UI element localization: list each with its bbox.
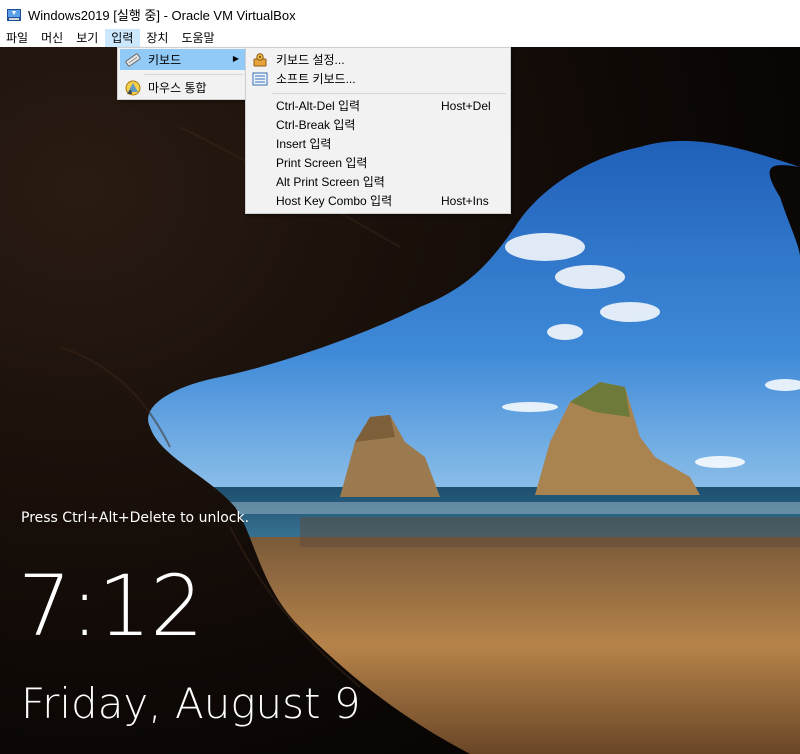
menu-help[interactable]: 도움말 — [175, 29, 221, 47]
keyboard-icon — [125, 52, 141, 67]
insert-host-key-combo-item[interactable]: Host Key Combo 입력 Host+Ins — [248, 191, 508, 210]
input-menu-mouse-integration-label: 마우스 통합 — [148, 81, 207, 95]
keyboard-settings-label: 키보드 설정... — [276, 53, 345, 67]
menu-file[interactable]: 파일 — [0, 29, 35, 47]
submenu-arrow-icon: ▶ — [232, 54, 239, 63]
virtualbox-icon — [7, 8, 21, 21]
window-title: Windows2019 [실행 중] - Oracle VM VirtualBo… — [28, 8, 296, 23]
insert-alt-print-screen-label: Alt Print Screen 입력 — [276, 175, 385, 189]
menu-devices[interactable]: 장치 — [140, 29, 175, 47]
menu-separator — [144, 74, 243, 75]
soft-keyboard-icon — [252, 72, 268, 85]
soft-keyboard-item[interactable]: 소프트 키보드... — [248, 69, 508, 88]
title-bar: Windows2019 [실행 중] - Oracle VM VirtualBo… — [0, 0, 800, 29]
input-menu: 키보드 ▶ 마우스 통합 — [117, 47, 248, 100]
menu-machine[interactable]: 머신 — [35, 29, 70, 47]
insert-print-screen-label: Print Screen 입력 — [276, 156, 368, 170]
insert-insert-label: Insert 입력 — [276, 137, 332, 151]
lockscreen-unlock-message: Press Ctrl+Alt+Delete to unlock. — [21, 510, 250, 526]
insert-ctrl-alt-del-shortcut: Host+Del — [441, 98, 491, 113]
input-menu-keyboard-label: 키보드 — [148, 53, 182, 67]
insert-ctrl-break-item[interactable]: Ctrl-Break 입력 — [248, 115, 508, 134]
keyboard-submenu: 키보드 설정... 소프트 키보드... Ctrl-Alt-Del 입력 Hos… — [245, 47, 511, 214]
insert-alt-print-screen-item[interactable]: Alt Print Screen 입력 — [248, 172, 508, 191]
keyboard-settings-item[interactable]: 키보드 설정... — [248, 50, 508, 69]
menu-bar: 파일 머신 보기 입력 장치 도움말 — [0, 29, 800, 47]
insert-host-key-combo-shortcut: Host+Ins — [441, 193, 489, 208]
insert-ctrl-break-label: Ctrl-Break 입력 — [276, 118, 356, 132]
mouse-integration-icon — [125, 80, 141, 95]
lockscreen-date: Friday, August 9 — [21, 679, 361, 728]
input-menu-mouse-integration[interactable]: 마우스 통합 — [120, 77, 245, 98]
input-menu-keyboard[interactable]: 키보드 ▶ — [120, 49, 245, 70]
insert-print-screen-item[interactable]: Print Screen 입력 — [248, 153, 508, 172]
lockscreen-time: 7:12 — [18, 557, 204, 655]
insert-ctrl-alt-del-label: Ctrl-Alt-Del 입력 — [276, 99, 361, 113]
insert-ctrl-alt-del-item[interactable]: Ctrl-Alt-Del 입력 Host+Del — [248, 96, 508, 115]
insert-host-key-combo-label: Host Key Combo 입력 — [276, 194, 393, 208]
keyboard-settings-icon — [253, 52, 267, 66]
menu-input[interactable]: 입력 — [105, 29, 141, 47]
insert-insert-item[interactable]: Insert 입력 — [248, 134, 508, 153]
soft-keyboard-label: 소프트 키보드... — [276, 72, 356, 86]
menu-view[interactable]: 보기 — [70, 29, 105, 47]
menu-separator — [272, 93, 506, 94]
